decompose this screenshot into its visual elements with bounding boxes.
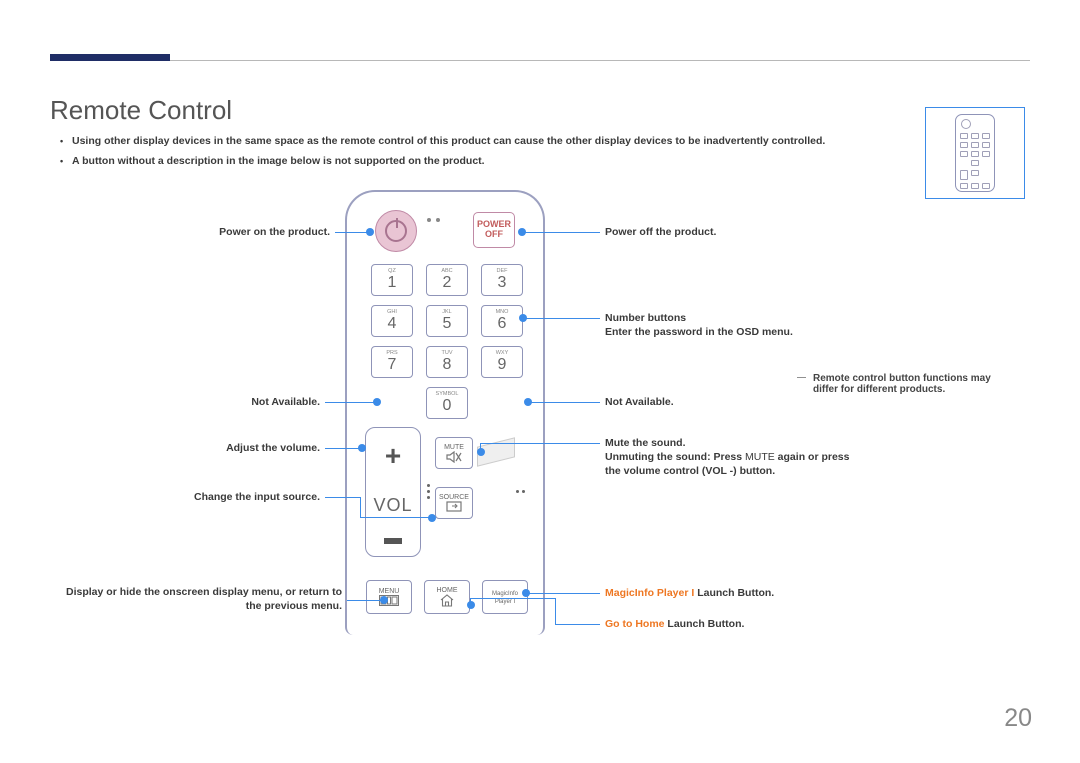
callout-power-on: Power on the product. — [140, 225, 330, 239]
vol-minus-icon — [384, 538, 402, 544]
ir-emitter-dots — [427, 218, 440, 222]
callout-magicinfo: MagicInfo Player I Launch Button. — [605, 586, 865, 600]
key-0: SYMBOL0 — [426, 387, 468, 419]
power-on-button — [375, 210, 417, 252]
callout-menu: Display or hide the onscreen display men… — [65, 585, 342, 613]
dots-icon — [427, 484, 430, 499]
home-button: HOME — [424, 580, 470, 614]
mute-button: MUTE — [435, 437, 473, 469]
header-rule — [50, 60, 1030, 61]
source-button: SOURCE — [435, 487, 473, 519]
key-4: GHI4 — [371, 305, 413, 337]
callout-source: Change the input source. — [120, 490, 320, 504]
dots-icon — [516, 490, 525, 493]
menu-button: MENU — [366, 580, 412, 614]
key-7: PRS7 — [371, 346, 413, 378]
callout-home: Go to Home Launch Button. — [605, 617, 865, 631]
power-icon — [385, 220, 407, 242]
key-5: JKL5 — [426, 305, 468, 337]
page-title: Remote Control — [50, 95, 232, 126]
home-icon — [439, 594, 455, 607]
key-1: QZ1 — [371, 264, 413, 296]
source-icon — [446, 501, 462, 512]
callout-not-available-right: Not Available. — [605, 395, 805, 409]
remote-thumbnail — [925, 107, 1025, 199]
keypad-row-4: SYMBOL0 — [426, 387, 468, 419]
callout-mute: Mute the sound. Unmuting the sound: Pres… — [605, 436, 865, 479]
power-off-button: POWER OFF — [473, 212, 515, 248]
page-number: 20 — [1004, 704, 1032, 733]
volume-rocker: + VOL — [365, 427, 421, 557]
key-2: ABC2 — [426, 264, 468, 296]
bottom-button-row: MENU HOME MagicInfo Player I — [366, 580, 528, 614]
magicinfo-button: MagicInfo Player I — [482, 580, 528, 614]
keypad-row-3: PRS7 TUV8 WXY9 — [371, 346, 523, 378]
callout-volume: Adjust the volume. — [140, 441, 320, 455]
note-item: A button without a description in the im… — [60, 155, 1020, 167]
key-3: DEF3 — [481, 264, 523, 296]
keypad-row-2: GHI4 JKL5 MNO6 — [371, 305, 523, 337]
key-6: MNO6 — [481, 305, 523, 337]
mini-remote — [955, 114, 995, 192]
mute-icon — [446, 451, 462, 463]
vol-plus-icon: + — [385, 440, 401, 472]
volume-label: VOL — [373, 495, 412, 516]
callout-power-off: Power off the product. — [605, 225, 805, 239]
keypad-row-1: QZ1 ABC2 DEF3 — [371, 264, 523, 296]
note-item: Using other display devices in the same … — [60, 135, 1020, 147]
header-accent — [50, 54, 170, 61]
side-note: Remote control button functions may diff… — [813, 373, 1018, 395]
remote-body: POWER OFF QZ1 ABC2 DEF3 GHI4 JKL5 MNO6 P… — [345, 190, 545, 635]
callout-number-buttons: Number buttons Enter the password in the… — [605, 311, 855, 339]
key-8: TUV8 — [426, 346, 468, 378]
warning-notes: Using other display devices in the same … — [60, 135, 1020, 175]
key-9: WXY9 — [481, 346, 523, 378]
callout-not-available-left: Not Available. — [140, 395, 320, 409]
